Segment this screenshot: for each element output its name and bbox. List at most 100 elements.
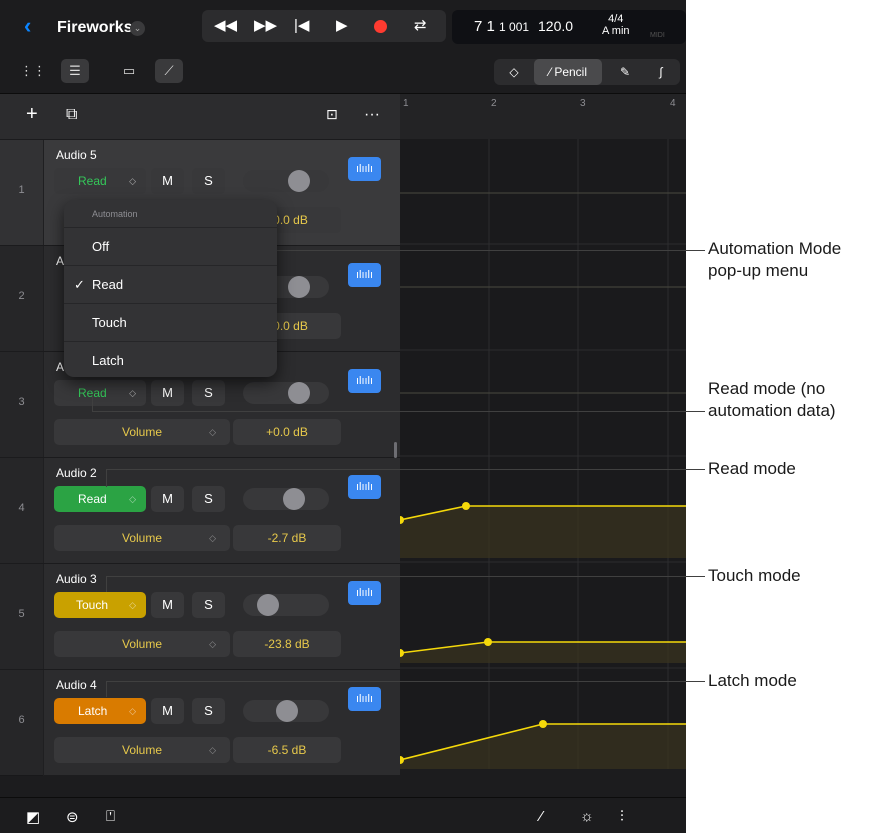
audio-waveform-icon: ılıılı bbox=[348, 263, 381, 287]
duplicate-icon[interactable]: ⧉ bbox=[66, 106, 77, 124]
chevron-down-icon[interactable]: ⌄ bbox=[130, 21, 145, 36]
pencil-icon[interactable]: ⁄ bbox=[540, 808, 543, 825]
chevron-updown-icon: ◇ bbox=[129, 388, 136, 398]
catch-icon[interactable]: ◇ bbox=[498, 59, 530, 85]
automation-view-icon[interactable]: ⟋ bbox=[155, 59, 183, 83]
audio-waveform-icon: ılıılı bbox=[348, 687, 381, 711]
callout-text: Read mode (no bbox=[708, 379, 826, 398]
track-row[interactable]: 4 Audio 2 Read ◇ M S ılıılı Volume ◇ -2.7 … bbox=[0, 457, 400, 564]
audio-waveform-icon: ılıılı bbox=[348, 157, 381, 181]
menu-item-label: Touch bbox=[92, 315, 127, 330]
mute-button[interactable]: M bbox=[151, 380, 184, 406]
region-view-icon[interactable]: ▭ bbox=[115, 59, 143, 83]
callout-line bbox=[106, 469, 705, 470]
automation-value[interactable]: -2.7 dB bbox=[233, 525, 341, 551]
chevron-left-icon[interactable]: ‹ bbox=[24, 15, 31, 37]
brush-icon[interactable]: ✎ bbox=[610, 59, 640, 85]
automation-value[interactable]: -6.5 dB bbox=[233, 737, 341, 763]
fast-forward-icon[interactable]: ▶▶ bbox=[254, 16, 277, 36]
volume-slider[interactable] bbox=[243, 382, 329, 404]
menu-item-read[interactable]: ✓ Read bbox=[64, 265, 277, 303]
track-row[interactable]: 6 Audio 4 Latch ◇ M S ılıılı Volume ◇ -6.5… bbox=[0, 669, 400, 776]
ruler-bar-number: 3 bbox=[580, 98, 586, 109]
volume-knob[interactable] bbox=[288, 170, 310, 192]
rewind-icon[interactable]: ◀◀ bbox=[214, 16, 237, 36]
automation-parameter-menu[interactable]: Volume ◇ bbox=[54, 525, 230, 551]
tempo-display: 120.0 bbox=[538, 18, 574, 34]
position-bars: 7 1 bbox=[474, 18, 495, 35]
automation-parameter-menu[interactable]: Volume ◇ bbox=[54, 419, 230, 445]
track-name[interactable]: Audio 4 bbox=[56, 678, 97, 692]
track-name[interactable]: Audio 5 bbox=[56, 148, 97, 162]
menu-item-off[interactable]: Off bbox=[64, 227, 277, 265]
volume-slider[interactable] bbox=[243, 488, 329, 510]
track-number: 4 bbox=[0, 458, 44, 564]
plus-icon[interactable]: + bbox=[26, 103, 38, 126]
metronome-icon[interactable]: ☼ bbox=[580, 808, 594, 825]
volume-slider[interactable] bbox=[243, 594, 329, 616]
automation-mode-button[interactable]: Touch ◇ bbox=[54, 592, 146, 618]
solo-button[interactable]: S bbox=[192, 486, 225, 512]
chevron-updown-icon: ◇ bbox=[209, 533, 216, 543]
scroll-indicator[interactable] bbox=[394, 442, 397, 458]
callout-line bbox=[92, 396, 93, 412]
solo-button[interactable]: S bbox=[192, 592, 225, 618]
volume-knob[interactable] bbox=[288, 276, 310, 298]
mute-button[interactable]: M bbox=[151, 168, 184, 194]
solo-button[interactable]: S bbox=[192, 698, 225, 724]
menu-item-latch[interactable]: Latch bbox=[64, 341, 277, 377]
mute-button[interactable]: M bbox=[151, 486, 184, 512]
grid-view-icon[interactable]: ⋮⋮ bbox=[19, 59, 47, 83]
volume-slider[interactable] bbox=[243, 700, 329, 722]
curve-icon[interactable]: ∫ bbox=[646, 59, 676, 85]
volume-knob[interactable] bbox=[288, 382, 310, 404]
automation-mode-button[interactable]: Read ◇ bbox=[54, 486, 146, 512]
callout-line bbox=[106, 576, 705, 577]
loop-browser-icon[interactable]: ◩ bbox=[26, 808, 40, 826]
automation-value[interactable]: +0.0 dB bbox=[233, 419, 341, 445]
go-to-beginning-icon[interactable]: |◀ bbox=[294, 16, 309, 36]
menu-item-label: Off bbox=[92, 239, 110, 254]
plugin-icon[interactable]: ⍞ bbox=[106, 808, 115, 825]
automation-value[interactable]: -23.8 dB bbox=[233, 631, 341, 657]
cycle-icon[interactable]: ⇄ bbox=[414, 16, 427, 36]
pencil-tool-button[interactable]: ⁄ Pencil bbox=[534, 59, 602, 85]
mixer-icon[interactable]: ⫶ bbox=[620, 808, 624, 825]
volume-knob[interactable] bbox=[283, 488, 305, 510]
tracks-view-icon[interactable]: ☰ bbox=[61, 59, 89, 83]
automation-mode-button[interactable]: Read ◇ bbox=[54, 168, 146, 194]
record-icon[interactable] bbox=[374, 20, 387, 33]
automation-parameter-label: Volume bbox=[121, 743, 163, 757]
tracks-area[interactable]: 1 2 3 4 bbox=[400, 94, 686, 769]
grid-lines bbox=[400, 139, 686, 769]
automation-parameter-menu[interactable]: Volume ◇ bbox=[54, 631, 230, 657]
song-title[interactable]: Fireworks bbox=[57, 19, 133, 37]
ruler[interactable]: 1 2 3 4 bbox=[400, 94, 686, 139]
toggle-icon[interactable]: ⊜ bbox=[66, 808, 79, 826]
import-icon[interactable]: ⊡ bbox=[326, 106, 338, 123]
volume-slider[interactable] bbox=[243, 170, 329, 192]
lcd-display[interactable]: 7 1 1 001 120.0 4/4 A min MIDI bbox=[452, 10, 686, 44]
solo-button[interactable]: S bbox=[192, 380, 225, 406]
volume-knob[interactable] bbox=[257, 594, 279, 616]
track-number: 2 bbox=[0, 246, 44, 352]
volume-knob[interactable] bbox=[276, 700, 298, 722]
ellipsis-icon[interactable]: ··· bbox=[364, 106, 380, 124]
automation-parameter-menu[interactable]: Volume ◇ bbox=[54, 737, 230, 763]
play-icon[interactable]: ▶ bbox=[336, 16, 348, 36]
tool-selector: ◇ ⁄ Pencil ✎ ∫ bbox=[494, 59, 680, 85]
mute-button[interactable]: M bbox=[151, 592, 184, 618]
solo-button[interactable]: S bbox=[192, 168, 225, 194]
automation-mode-button[interactable]: Read ◇ bbox=[54, 380, 146, 406]
track-header-list: + ⧉ ⊡ ··· 1 Audio 5 Read ◇ M S ılıılı +0.… bbox=[0, 94, 400, 776]
track-name[interactable]: Audio 2 bbox=[56, 466, 97, 480]
ruler-bar-number: 1 bbox=[403, 98, 409, 109]
mute-button[interactable]: M bbox=[151, 698, 184, 724]
automation-mode-button[interactable]: Latch ◇ bbox=[54, 698, 146, 724]
menu-item-touch[interactable]: Touch bbox=[64, 303, 277, 341]
automation-lanes[interactable] bbox=[400, 139, 686, 769]
bottom-control-bar: ◩ ⊜ ⍞ ⁄ ☼ ⫶ bbox=[0, 797, 686, 833]
track-row[interactable]: 5 Audio 3 Touch ◇ M S ılıılı Volume ◇ -23.… bbox=[0, 563, 400, 670]
track-name[interactable]: Audio 3 bbox=[56, 572, 97, 586]
callout-read-no-data: Read mode (no automation data) bbox=[708, 378, 836, 422]
